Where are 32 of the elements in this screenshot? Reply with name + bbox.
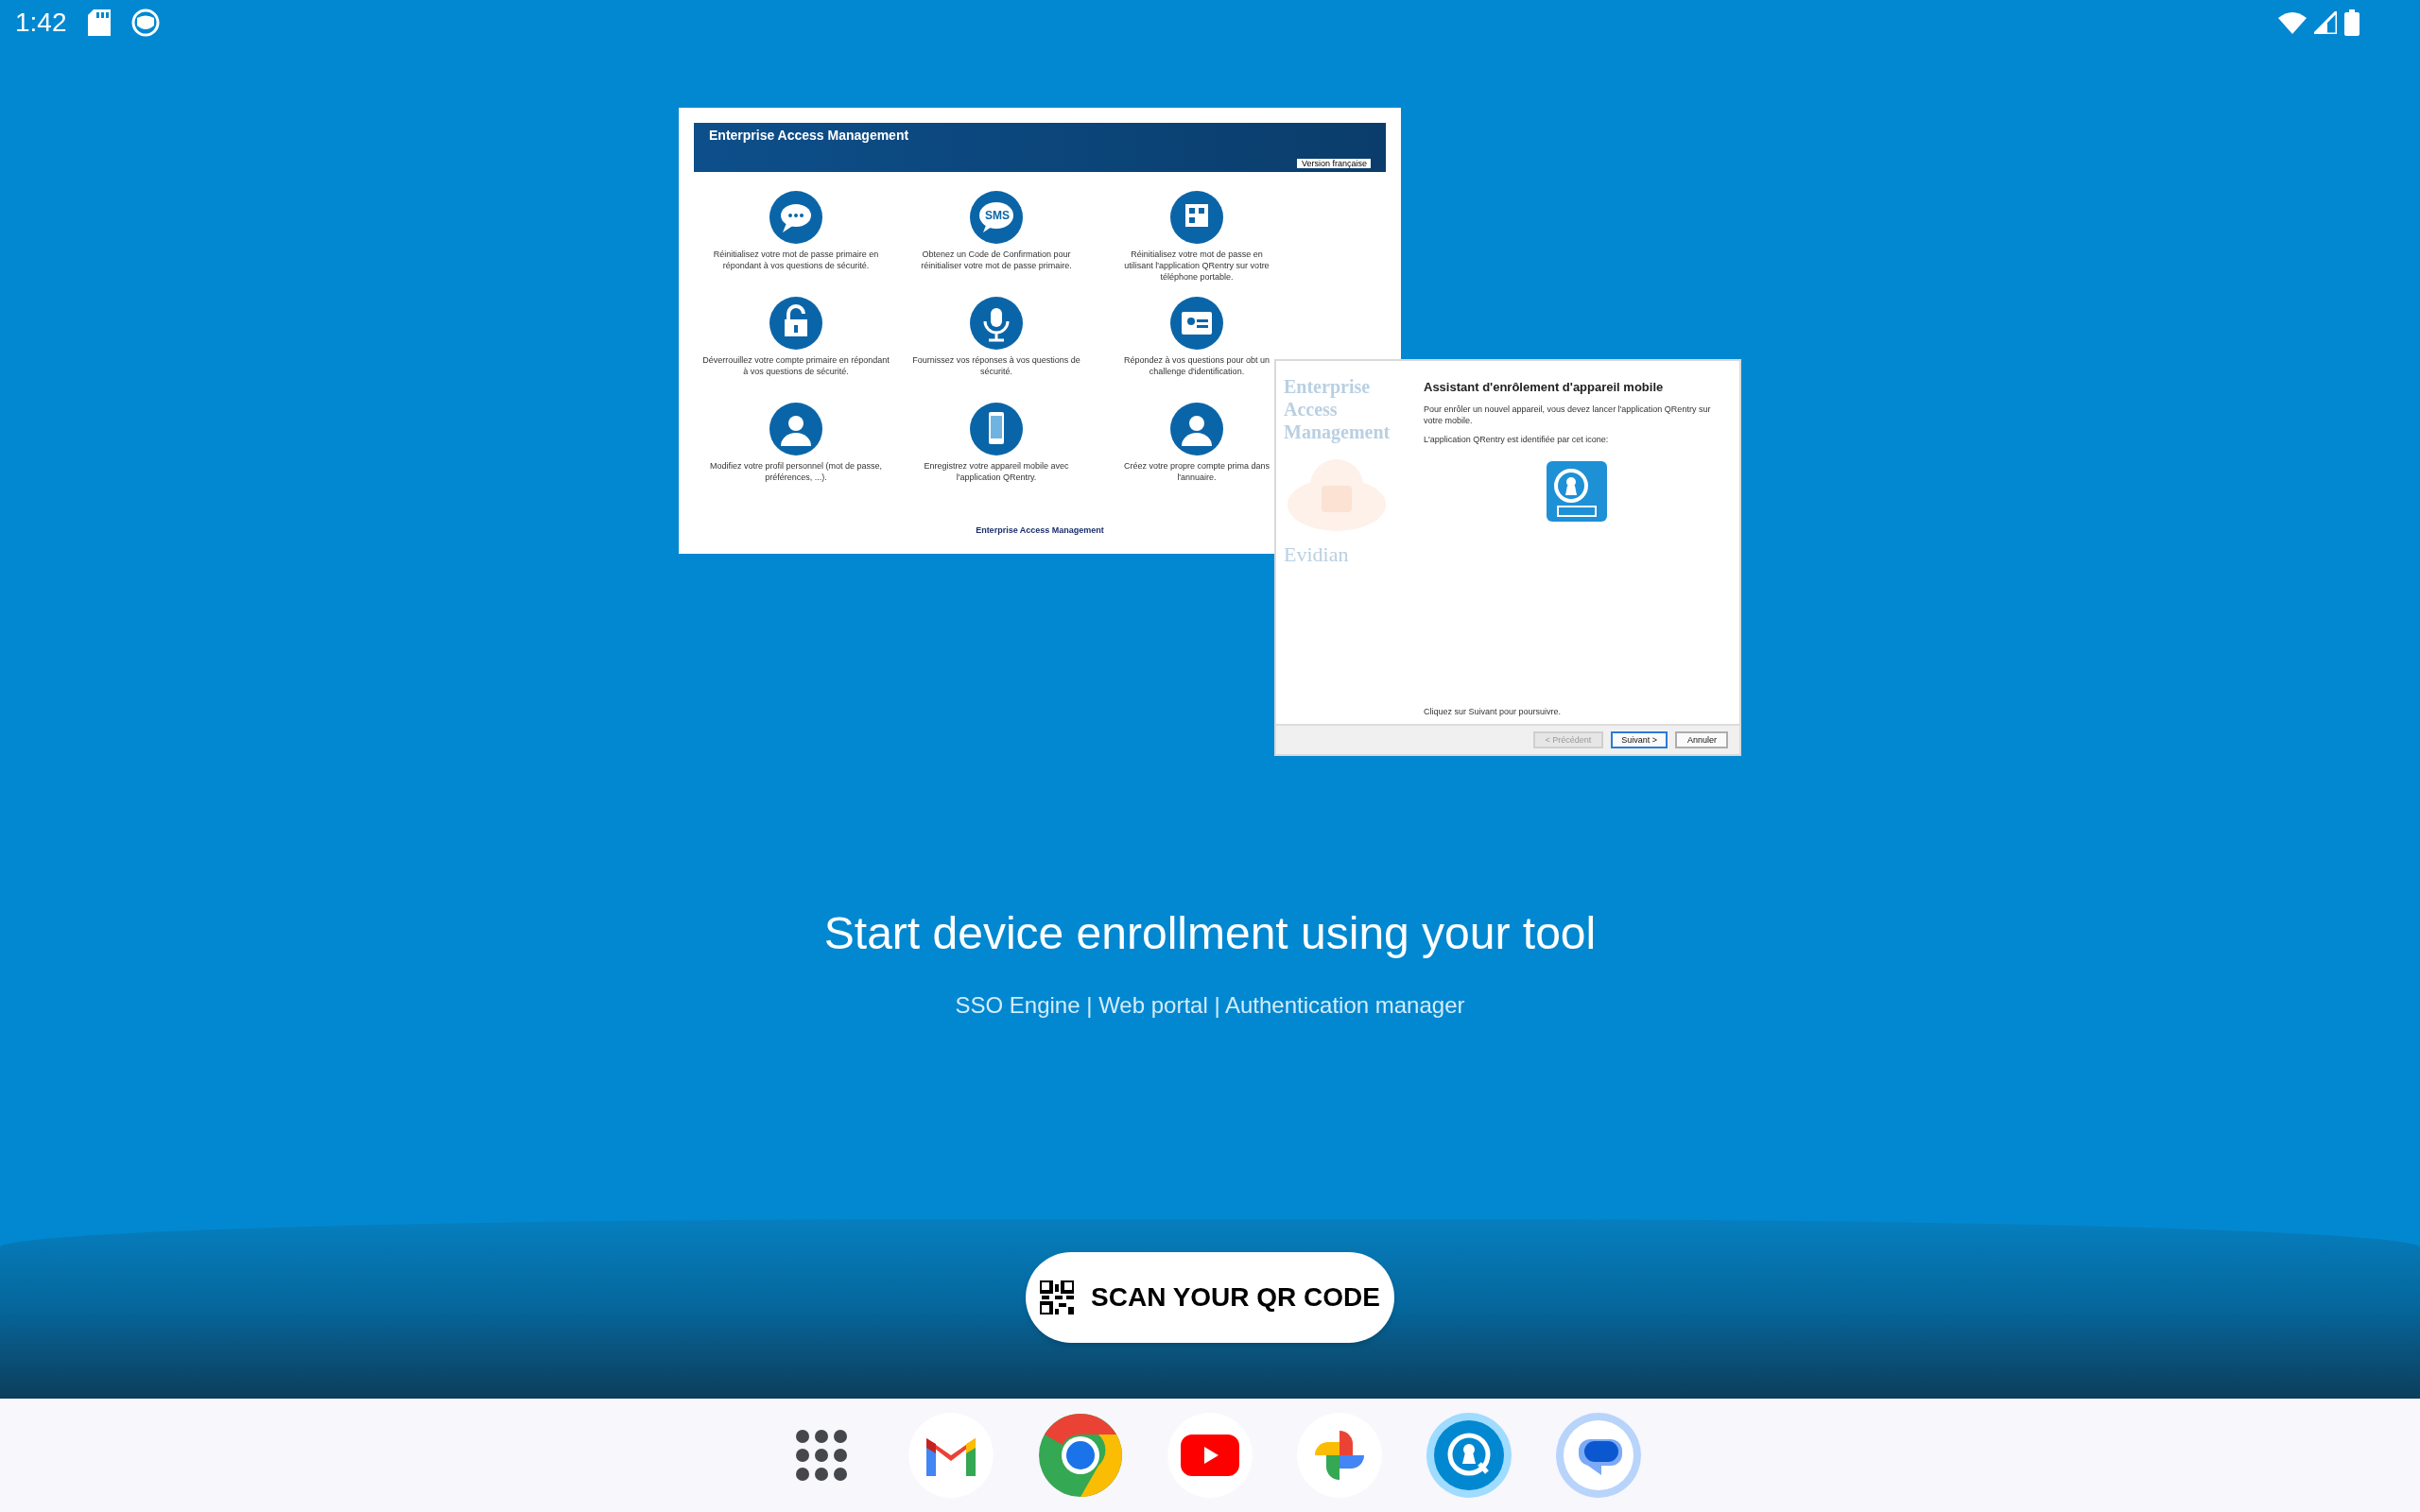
portal-option-text: Fournissez vos réponses à vos questions de sécurité. [911,355,1081,378]
portal-option-text: Obtenez un Code de Confirmation pour réinitialiser votre mot de passe primaire. [920,249,1073,272]
qr-keyhole-app-icon [1546,460,1606,521]
qr-code-icon [1040,1280,1074,1314]
wizard-paragraph: Pour enrôler un nouvel appareil, vous devez lancer l'application QRentry sur votre mobile. [1424,404,1712,425]
browser-icon[interactable] [1038,1413,1123,1498]
portal-option-text: Réinitialisez votre mot de passe primaire en répondant à vos questions de sécurité. [712,249,880,272]
portal-footer: Enterprise Access Management [976,525,1104,535]
brand-text: Evidian [1284,542,1350,565]
sd-card-icon [87,9,111,36]
wizard-button[interactable]: Suivant > [1610,731,1668,748]
status-time: 1:42 [15,7,67,39]
portal-option-text: Modifiez votre profil personnel (mot de passe, préférences, ...). [708,461,884,484]
wifi-icon [2278,11,2307,34]
portal-option-text: Enregistrez votre appareil mobile avec l'application QRentry. [923,461,1070,484]
side-title: Enterprise Access Management [1284,376,1392,444]
main-heading: Start device enrollment using your tool [823,907,1597,960]
portal-option-text: Déverrouillez votre compte primaire en répondant à vos questions de sécurité. [701,355,890,378]
portal-option-text: Réinitialisez votre mot de passe en utilisant l'application QRentry sur votre téléphone portable. [1123,249,1270,284]
round-face-icon [130,9,160,37]
subtitle: SSO Engine | Web portal | Authentication manager [955,991,1465,1020]
wizard-button[interactable]: Annuler [1675,731,1728,748]
portal-option-text: Répondez à vos questions pour obt un challenge d'identification. [1123,355,1270,378]
icon-label: SMS [985,210,1011,223]
portal-title: Enterprise Access Management [709,129,909,145]
wizard-paragraph: L'application QRentry est identifiée par cet icone: [1424,435,1610,445]
wizard-title: Assistant d'enrôlement d'appareil mobile [1424,380,1665,395]
wizard-footer-text: Cliquez sur Suivant pour poursuivre. [1424,706,1563,716]
battery-icon [2344,9,2360,36]
scan-qr-button[interactable]: SCAN YOUR QR CODE [1026,1252,1394,1343]
signal-icon [2314,11,2337,34]
portal-option-text: Créez votre propre compte prima dans l'annuaire. [1123,461,1270,484]
